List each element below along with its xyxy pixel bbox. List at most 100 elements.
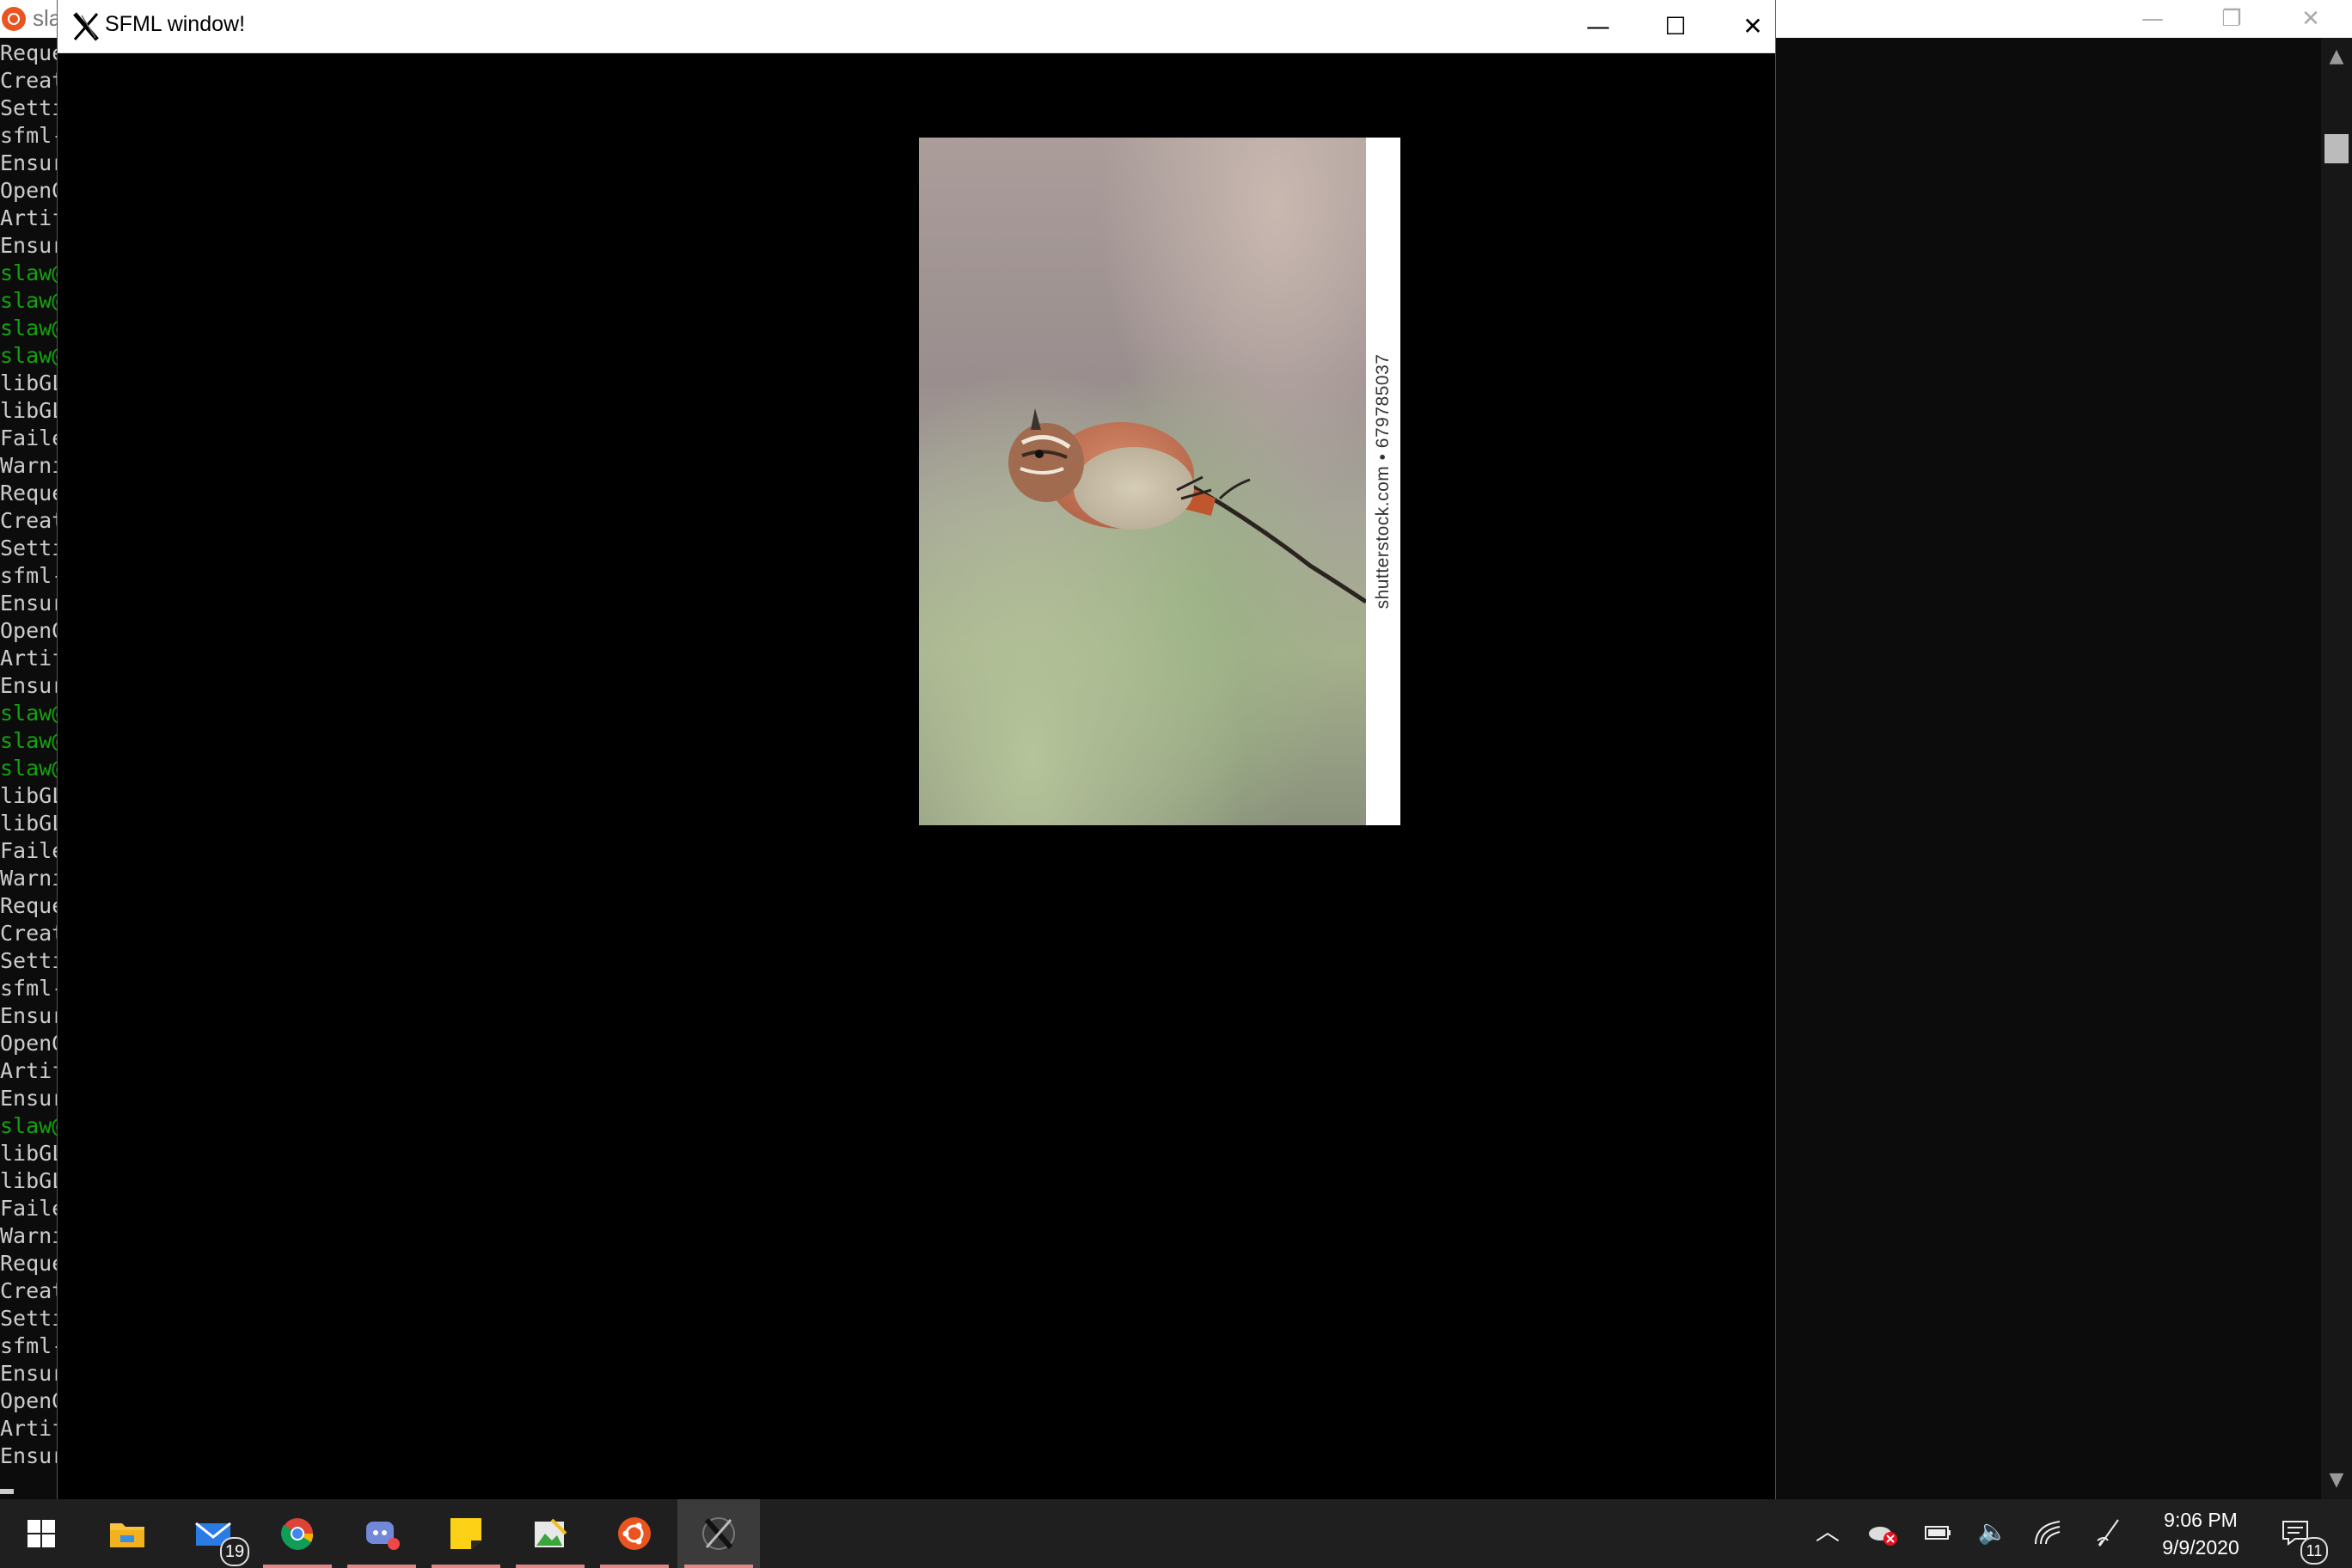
terminal-line: OpenG: [0, 618, 58, 643]
terminal-line: slaw@: [0, 701, 58, 726]
terminal-line: Artif: [0, 1058, 58, 1083]
terminal-minimize-button[interactable]: —: [2113, 0, 2192, 38]
terminal-cursor: [0, 1489, 14, 1494]
terminal-line: Reque: [0, 40, 58, 65]
terminal-line: Reque: [0, 481, 58, 505]
taskbar-sticky-notes[interactable]: [425, 1499, 507, 1568]
x-server-icon: [702, 1517, 735, 1550]
terminal-line: slaw@: [0, 315, 58, 340]
watermark-strip: shutterstock.com • 679785037: [1366, 138, 1400, 825]
terminal-line: sfml-: [0, 563, 58, 588]
terminal-line: Setti: [0, 95, 58, 120]
ubuntu-icon: [618, 1517, 651, 1550]
terminal-line: slaw@: [0, 756, 58, 781]
terminal-line: Reque: [0, 893, 58, 918]
terminal-line: Warni: [0, 453, 58, 478]
clock-date: 9/9/2020: [2162, 1536, 2239, 1559]
terminal-line: Ensur: [0, 1361, 58, 1386]
terminal-line: Creat: [0, 921, 58, 946]
pen-icon[interactable]: [2092, 1515, 2127, 1549]
taskbar-discord[interactable]: [340, 1499, 423, 1568]
terminal-line: Creat: [0, 1278, 58, 1303]
terminal-restore-button[interactable]: ❐: [2192, 0, 2271, 38]
taskbar-ubuntu[interactable]: [593, 1499, 676, 1568]
taskbar-clock[interactable]: 9:06 PM 9/9/2020: [2141, 1506, 2261, 1561]
terminal-line: Ensur: [0, 150, 58, 175]
bird-photo: shutterstock.com • 679785037: [919, 138, 1400, 825]
x-server-icon: [73, 12, 99, 41]
terminal-line: Reque: [0, 1251, 58, 1276]
terminal-line: libGL: [0, 1141, 58, 1166]
battery-icon[interactable]: [1920, 1515, 1955, 1549]
terminal-line: Setti: [0, 1306, 58, 1331]
terminal-scrollbar[interactable]: ▲ ▼: [2321, 38, 2352, 1499]
terminal-line: Setti: [0, 948, 58, 973]
terminal-close-button[interactable]: ✕: [2271, 0, 2350, 38]
ubuntu-running-indicator: [600, 1565, 669, 1568]
terminal-line: slaw@: [0, 728, 58, 753]
terminal-line: slaw@: [0, 288, 58, 313]
scroll-down-arrow-icon[interactable]: ▼: [2321, 1465, 2352, 1496]
sticky-notes-icon: [450, 1518, 481, 1549]
terminal-line: OpenG: [0, 1031, 58, 1056]
terminal-line: Artif: [0, 646, 58, 671]
taskbar-chrome[interactable]: [256, 1499, 339, 1568]
taskbar-x-server[interactable]: [677, 1499, 760, 1568]
terminal-line: libGL: [0, 371, 58, 395]
sfml-canvas[interactable]: shutterstock.com • 679785037: [58, 53, 1775, 1499]
terminal-line: sfml-: [0, 123, 58, 148]
terminal-line: Ensur: [0, 673, 58, 698]
terminal-line: Ensur: [0, 233, 58, 258]
taskbar-mail[interactable]: 19: [172, 1499, 254, 1568]
watermark-text: shutterstock.com • 679785037: [1373, 353, 1393, 609]
discord-running-indicator: [347, 1565, 416, 1568]
clock-time: 9:06 PM: [2164, 1509, 2238, 1531]
terminal-line: slaw@: [0, 343, 58, 368]
chrome-running-indicator: [263, 1565, 332, 1568]
terminal-line: slaw@: [0, 260, 58, 285]
sfml-maximize-button[interactable]: ☐: [1636, 0, 1715, 52]
sfml-close-button[interactable]: ✕: [1713, 0, 1792, 52]
terminal-line: libGL: [0, 811, 58, 836]
sfml-window[interactable]: SFML window! — ☐ ✕ shutterstock.com • 67…: [57, 0, 1776, 1499]
terminal-line: OpenG: [0, 1388, 58, 1413]
start-button[interactable]: [0, 1499, 83, 1568]
taskbar: 19 ︿ 🔈 9:06 PM 9/9/2020 11: [0, 1499, 2352, 1568]
sfml-minimize-button[interactable]: —: [1559, 0, 1638, 52]
terminal-line: Ensur: [0, 1003, 58, 1028]
terminal-line: Warni: [0, 866, 58, 891]
bird-illustration: [1008, 408, 1366, 604]
taskbar-image-editor[interactable]: [509, 1499, 591, 1568]
terminal-line: Creat: [0, 508, 58, 533]
scrollbar-thumb[interactable]: [2324, 134, 2349, 163]
terminal-line: sfml-: [0, 976, 58, 1001]
notification-count-badge: 11: [2300, 1537, 2328, 1565]
terminal-line: Artif: [0, 205, 58, 230]
sfml-titlebar[interactable]: SFML window! — ☐ ✕: [58, 0, 1775, 53]
scroll-up-arrow-icon[interactable]: ▲: [2321, 41, 2352, 72]
volume-icon[interactable]: 🔈: [1975, 1515, 2010, 1549]
mail-unread-badge: 19: [220, 1537, 249, 1566]
chrome-icon: [281, 1518, 314, 1550]
windows-logo-icon: [28, 1520, 55, 1547]
terminal-line: sfml-: [0, 1333, 58, 1358]
sfml-window-title: SFML window!: [105, 12, 246, 36]
folder-icon: [110, 1523, 144, 1547]
image-editor-running-indicator: [516, 1565, 585, 1568]
discord-icon: [366, 1522, 400, 1550]
terminal-line: Faile: [0, 1196, 58, 1221]
terminal-line: slaw@: [0, 1113, 58, 1138]
terminal-line: Ensur: [0, 591, 58, 616]
terminal-line: Setti: [0, 536, 58, 560]
chevron-up-icon[interactable]: ︿: [1810, 1515, 1845, 1549]
terminal-line: libGL: [0, 783, 58, 808]
terminal-line: Ensur: [0, 1443, 58, 1468]
taskbar-file-explorer[interactable]: [86, 1499, 168, 1568]
terminal-line: Faile: [0, 838, 58, 863]
x-server-running-indicator: [684, 1565, 753, 1568]
wifi-icon[interactable]: [2030, 1515, 2065, 1549]
onedrive-error-icon[interactable]: [1865, 1515, 1900, 1549]
terminal-line: Artif: [0, 1416, 58, 1441]
terminal-output: Reque Creat Setti sfml- Ensur OpenG Artif Ensur…: [0, 40, 58, 1484]
ubuntu-icon: [2, 7, 26, 31]
